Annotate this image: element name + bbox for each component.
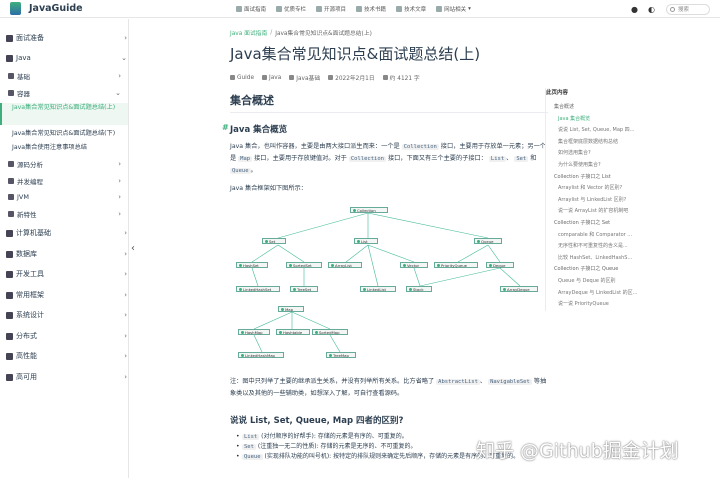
diagram-node-vector: Vector	[400, 262, 428, 268]
diagram-node-treeset: TreeSet	[290, 286, 318, 292]
toc-item[interactable]: Collection 子接口之 Set	[546, 218, 645, 230]
diagram-node-linkedhashmap: LinkedHashMap	[238, 352, 284, 358]
diagram-node-treemap: TreeMap	[326, 352, 356, 358]
diagram-node-stack: Stack	[406, 286, 432, 292]
code-navigableset: NavigableSet	[488, 379, 532, 385]
toc-item[interactable]: 为什么要使用集合?	[546, 160, 645, 172]
toc-item[interactable]: Collection 子接口之 List	[546, 172, 645, 184]
diagram-node-collection: Collection	[350, 207, 388, 213]
diagram-node-set: Set	[262, 238, 286, 244]
diagram-note: 注：图中只列举了主要的继承派生关系，并没有列举所有关系。比方省略了 Abstra…	[230, 378, 547, 397]
toc-item[interactable]: 说一说 PriorityQueue	[546, 299, 645, 311]
diagram-node-sortedmap: SortedMap	[312, 329, 348, 335]
code-abstractlist: AbstractList	[436, 379, 480, 385]
toc-title: 此页内容	[546, 90, 569, 96]
toc-item[interactable]: 说说 List, Set, Queue, Map 四...	[546, 125, 645, 137]
diagram-node-linkedlist: LinkedList	[360, 286, 396, 292]
toc-item[interactable]: Java 集合概览	[546, 114, 645, 126]
toc-item[interactable]: 集合框架底层数据结构总结	[546, 137, 645, 149]
toc-item[interactable]: ArrayDeque 与 LinkedList 的区...	[546, 288, 645, 300]
toc-item[interactable]: comparable 和 Comparator ...	[546, 230, 645, 242]
diagram-node-list: List	[354, 238, 378, 244]
diagram-node-arraydeque: ArrayDeque	[500, 286, 538, 292]
diagram-node-hashset: HashSet	[236, 262, 268, 268]
toc-item[interactable]: 如何选用集合?	[546, 148, 645, 160]
diagram-node-queue: Queue	[474, 238, 502, 244]
diagram-node-linkedhashset: LinkedHashSet	[236, 286, 280, 292]
toc-list: 集合概述 Java 集合概览 说说 List, Set, Queue, Map 四.…	[546, 102, 645, 311]
toc-item[interactable]: Arraylist 和 Vector 的区别?	[546, 183, 645, 195]
toc-item[interactable]: Queue 与 Deque 的区别	[546, 276, 645, 288]
diagram-node-sortedset: SortedSet	[286, 262, 322, 268]
diagram-node-arraylist: ArrayList	[328, 262, 362, 268]
watermark: 知乎 @Github掘金计划	[476, 440, 679, 462]
toc-item[interactable]: 比较 HashSet、LinkedHashS...	[546, 253, 645, 265]
diagram-node-map: Map	[278, 306, 304, 312]
diagram-node-hashtable: Hashtable	[276, 329, 310, 335]
table-of-contents: 此页内容 集合概述 Java 集合概览 说说 List, Set, Queue, M…	[545, 88, 645, 311]
toc-item[interactable]: Arraylist 与 LinkedList 区别?	[546, 195, 645, 207]
subsection-heading-differences: 说说 List, Set, Queue, Map 四者的区别?	[230, 416, 404, 426]
toc-item[interactable]: Collection 子接口之 Queue	[546, 264, 645, 276]
toc-item[interactable]: 说一说 ArrayList 的扩容机制吧	[546, 206, 645, 218]
diagram-node-hashmap: HashMap	[238, 329, 270, 335]
diagram-node-priorityqueue: PriorityQueue	[434, 262, 478, 268]
diagram-node-deque: Deque	[486, 262, 514, 268]
toc-item[interactable]: 集合概述	[546, 102, 645, 114]
toc-item[interactable]: 无序性和不可重复性的含义是...	[546, 241, 645, 253]
